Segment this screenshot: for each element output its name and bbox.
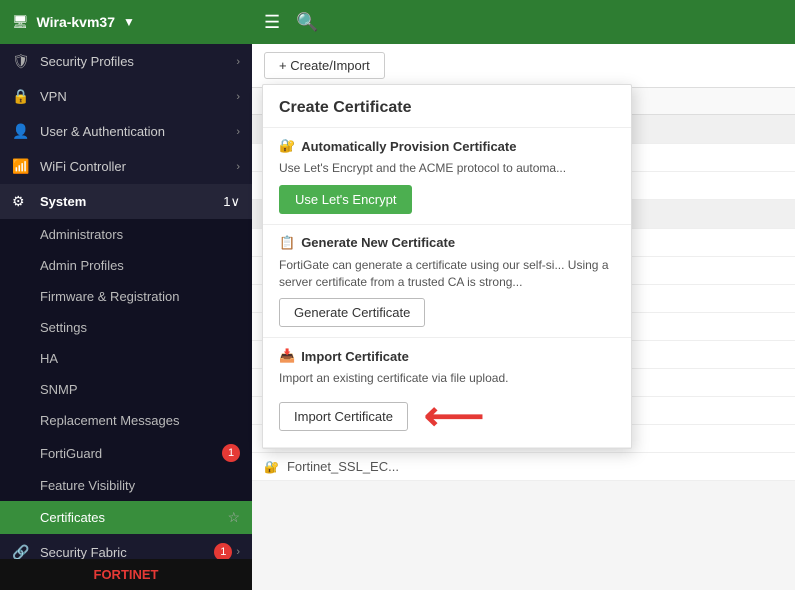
sidebar-item-label: Security Fabric <box>40 545 214 560</box>
device-header[interactable]: 🖥 Wira-kvm37 ▼ <box>12 14 135 30</box>
chevron-down-icon: ▼ <box>123 15 135 29</box>
generate-icon: 📋 <box>279 235 295 251</box>
sidebar-item-label: Admin Profiles <box>40 258 124 273</box>
sidebar-item-fortiguard[interactable]: FortiGuard 1 <box>0 436 252 470</box>
sidebar-item-wifi[interactable]: 📶 WiFi Controller › <box>0 149 252 184</box>
create-import-button[interactable]: + Create/Import <box>264 52 385 79</box>
content-toolbar: + Create/Import <box>252 44 795 88</box>
fortiguard-badge: 1 <box>222 444 240 462</box>
chevron-down-icon: ∨ <box>230 194 240 210</box>
generate-certificate-button[interactable]: Generate Certificate <box>279 298 425 327</box>
system-icon: ⚙ <box>12 193 32 210</box>
sidebar-item-system[interactable]: ⚙ System 1 ∨ <box>0 184 252 219</box>
sidebar-item-label: VPN <box>40 89 236 104</box>
sidebar-item-replacement-messages[interactable]: Replacement Messages <box>0 405 252 436</box>
chevron-right-icon: › <box>236 161 240 173</box>
security-fabric-badge: 1 <box>214 543 232 559</box>
import-cert-section: 📥 Import Certificate Import an existing … <box>263 338 631 448</box>
main-toolbar: ☰ 🔍 <box>252 0 795 44</box>
sidebar-item-snmp[interactable]: SNMP <box>0 374 252 405</box>
sidebar-header: 🖥 Wira-kvm37 ▼ <box>0 0 252 44</box>
auto-provision-section: 🔐 Automatically Provision Certificate Us… <box>263 128 631 225</box>
generate-cert-desc: FortiGate can generate a certificate usi… <box>279 257 615 291</box>
sidebar-item-security-profiles[interactable]: 🛡 Security Profiles › <box>0 44 252 79</box>
security-profiles-icon: 🛡 <box>12 53 32 70</box>
sidebar-menu: 🛡 Security Profiles › 🔒 VPN › 👤 User & A… <box>0 44 252 559</box>
wifi-icon: 📶 <box>12 158 32 175</box>
system-badge: 1 <box>223 194 230 209</box>
sidebar-item-label: Administrators <box>40 227 123 242</box>
import-cert-desc: Import an existing certificate via file … <box>279 370 615 387</box>
sidebar-item-label: SNMP <box>40 382 78 397</box>
use-lets-encrypt-button[interactable]: Use Let's Encrypt <box>279 185 412 214</box>
sidebar-item-firmware[interactable]: Firmware & Registration <box>0 281 252 312</box>
provision-icon: 🔐 <box>279 138 295 154</box>
sidebar-item-admin-profiles[interactable]: Admin Profiles <box>0 250 252 281</box>
security-fabric-icon: 🔗 <box>12 544 32 560</box>
sidebar-footer: FORTINET <box>0 559 252 590</box>
sidebar-item-security-fabric[interactable]: 🔗 Security Fabric 1 › <box>0 534 252 559</box>
table-row[interactable]: 🔐 Fortinet_SSL_EC... <box>252 453 795 481</box>
content-area: + Create/Import Name ⇅ ☐ Local CA Certif… <box>252 44 795 590</box>
chevron-right-icon: › <box>236 546 240 558</box>
chevron-right-icon: › <box>236 56 240 68</box>
red-arrow-icon: ⟵ <box>424 395 484 437</box>
sidebar-item-ha[interactable]: HA <box>0 343 252 374</box>
sidebar: 🖥 Wira-kvm37 ▼ 🛡 Security Profiles › 🔒 V… <box>0 0 252 590</box>
fortinet-logo: FORTINET <box>94 567 159 582</box>
chevron-right-icon: › <box>236 91 240 103</box>
sidebar-item-label: Security Profiles <box>40 54 236 69</box>
sidebar-item-label: System <box>40 194 223 209</box>
panel-title: Create Certificate <box>263 85 631 128</box>
search-icon[interactable]: 🔍 <box>296 12 318 33</box>
sidebar-item-label: Certificates <box>40 510 105 525</box>
import-icon: 📥 <box>279 348 295 364</box>
sidebar-item-certificates[interactable]: Certificates ☆ <box>0 501 252 534</box>
sidebar-item-user-auth[interactable]: 👤 User & Authentication › <box>0 114 252 149</box>
import-cert-title: 📥 Import Certificate <box>279 348 615 364</box>
sidebar-item-label: HA <box>40 351 58 366</box>
user-icon: 👤 <box>12 123 32 140</box>
sidebar-item-settings[interactable]: Settings <box>0 312 252 343</box>
chevron-right-icon: › <box>236 126 240 138</box>
sidebar-item-label: FortiGuard <box>40 446 102 461</box>
star-icon: ☆ <box>227 509 240 526</box>
sidebar-item-label: Settings <box>40 320 87 335</box>
create-certificate-panel: Create Certificate 🔐 Automatically Provi… <box>262 84 632 449</box>
generate-cert-section: 📋 Generate New Certificate FortiGate can… <box>263 225 631 339</box>
sidebar-item-administrators[interactable]: Administrators <box>0 219 252 250</box>
sidebar-item-label: Firmware & Registration <box>40 289 179 304</box>
cert-icon: 🔐 <box>264 460 279 474</box>
auto-provision-title: 🔐 Automatically Provision Certificate <box>279 138 615 154</box>
import-certificate-button[interactable]: Import Certificate <box>279 402 408 431</box>
sidebar-item-label: Replacement Messages <box>40 413 179 428</box>
device-name: Wira-kvm37 <box>37 14 115 30</box>
generate-cert-title: 📋 Generate New Certificate <box>279 235 615 251</box>
vpn-icon: 🔒 <box>12 88 32 105</box>
system-submenu: Administrators Admin Profiles Firmware &… <box>0 219 252 534</box>
sidebar-item-label: WiFi Controller <box>40 159 236 174</box>
sidebar-item-vpn[interactable]: 🔒 VPN › <box>0 79 252 114</box>
hamburger-icon[interactable]: ☰ <box>264 12 280 33</box>
main-content: ☰ 🔍 + Create/Import Name ⇅ ☐ Local CA Ce… <box>252 0 795 590</box>
sidebar-item-feature-visibility[interactable]: Feature Visibility <box>0 470 252 501</box>
sidebar-item-label: User & Authentication <box>40 124 236 139</box>
sidebar-item-label: Feature Visibility <box>40 478 135 493</box>
device-icon: 🖥 <box>12 14 29 30</box>
auto-provision-desc: Use Let's Encrypt and the ACME protocol … <box>279 160 615 177</box>
